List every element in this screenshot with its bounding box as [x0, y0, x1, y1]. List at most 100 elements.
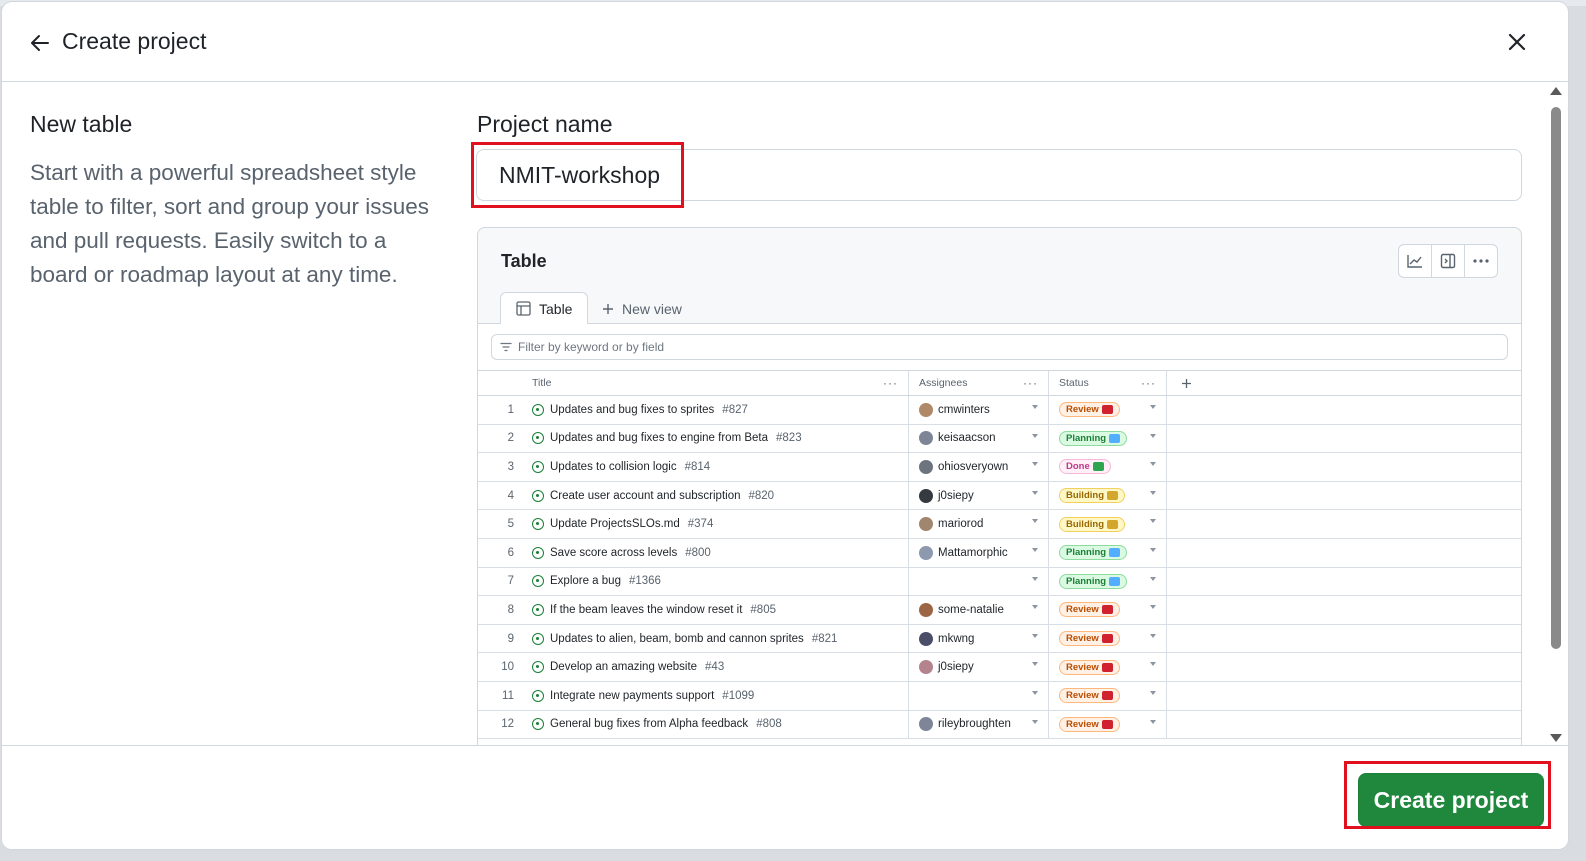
table-row[interactable]: 3 Updates to collision logic #814 ohiosvery… — [478, 453, 1521, 482]
add-column-button[interactable] — [1166, 371, 1521, 395]
row-status-cell[interactable]: Review — [1048, 653, 1166, 681]
table-row[interactable]: 2 Updates and bug fixes to engine from Be… — [478, 424, 1521, 454]
chevron-down-icon[interactable] — [1032, 405, 1038, 409]
chevron-down-icon[interactable] — [1150, 576, 1156, 581]
chevron-down-icon[interactable] — [1032, 605, 1038, 610]
chevron-down-icon[interactable] — [1150, 662, 1156, 667]
row-status-cell[interactable]: Planning — [1048, 538, 1166, 567]
table-row[interactable]: 5 Update ProjectsSLOs.md #374 mariorod Build… — [478, 510, 1521, 539]
scroll-up-icon[interactable] — [1550, 87, 1562, 95]
row-assignee-cell[interactable]: mariorod — [908, 510, 1048, 538]
chevron-down-icon[interactable] — [1150, 519, 1156, 524]
chevron-down-icon[interactable] — [1150, 719, 1156, 724]
row-title-cell[interactable]: Explore a bug #1366 — [532, 568, 908, 596]
column-menu-icon[interactable]: ··· — [1141, 376, 1156, 390]
chevron-down-icon[interactable] — [1150, 605, 1156, 610]
table-row[interactable]: 6 Save score across levels #800 Mattamorphi… — [478, 538, 1521, 568]
close-button[interactable] — [1502, 27, 1532, 57]
chevron-down-icon[interactable] — [1150, 490, 1156, 495]
row-assignee-cell[interactable]: j0siepy — [908, 653, 1048, 681]
chevron-down-icon[interactable] — [1150, 633, 1156, 638]
table-row[interactable]: 8 If the beam leaves the window reset it #… — [478, 596, 1521, 625]
column-assignees-header[interactable]: Assignees ··· — [908, 371, 1048, 395]
row-title-cell[interactable]: Create user account and subscription #820 — [532, 482, 908, 510]
chevron-down-icon[interactable] — [1150, 433, 1156, 438]
row-title-cell[interactable]: Develop an amazing website #43 — [532, 653, 908, 681]
row-title[interactable]: Updates to collision logic — [550, 461, 677, 473]
table-row[interactable]: 11 Integrate new payments support #1099 Rev… — [478, 681, 1521, 711]
column-menu-icon[interactable]: ··· — [883, 376, 898, 390]
row-title-cell[interactable]: Updates to alien, beam, bomb and cannon … — [532, 625, 908, 653]
chevron-down-icon[interactable] — [1032, 462, 1038, 467]
project-name-input[interactable] — [476, 149, 1522, 201]
chevron-down-icon[interactable] — [1150, 690, 1156, 695]
chevron-down-icon[interactable] — [1032, 690, 1038, 695]
row-assignee-cell[interactable]: cmwinters — [908, 396, 1048, 424]
chevron-down-icon[interactable] — [1032, 719, 1038, 724]
table-row[interactable]: 9 Updates to alien, beam, bomb and cannon… — [478, 624, 1521, 654]
tab-table[interactable]: Table — [500, 292, 589, 325]
row-assignee-cell[interactable]: j0siepy — [908, 481, 1048, 510]
row-status-cell[interactable]: Review — [1048, 624, 1166, 653]
row-status-cell[interactable]: Review — [1048, 596, 1166, 624]
table-row[interactable]: 1 Updates and bug fixes to sprites #827 cmw… — [478, 396, 1521, 425]
row-title[interactable]: Updates and bug fixes to engine from Bet… — [550, 432, 768, 444]
row-assignee-cell[interactable] — [908, 681, 1048, 710]
row-title-cell[interactable]: Updates and bug fixes to sprites #827 — [532, 396, 908, 424]
table-row[interactable]: 4 Create user account and subscription #82… — [478, 481, 1521, 511]
row-assignee-cell[interactable] — [908, 567, 1048, 596]
chevron-down-icon[interactable] — [1032, 490, 1038, 495]
dialog-scrollbar[interactable] — [1548, 87, 1562, 742]
insights-button[interactable] — [1399, 245, 1432, 277]
row-assignee-cell[interactable]: rileybroughten — [908, 710, 1048, 739]
chevron-down-icon[interactable] — [1032, 633, 1038, 638]
column-title-header[interactable]: Title ··· — [532, 371, 908, 395]
column-status-header[interactable]: Status ··· — [1048, 371, 1166, 395]
scroll-down-icon[interactable] — [1550, 734, 1562, 742]
row-status-cell[interactable]: Review — [1048, 710, 1166, 739]
row-status-cell[interactable]: Building — [1048, 510, 1166, 538]
row-title-cell[interactable]: Integrate new payments support #1099 — [532, 682, 908, 710]
create-project-button[interactable]: Create project — [1358, 773, 1544, 827]
table-row[interactable]: 12 General bug fixes from Alpha feedback #… — [478, 710, 1521, 740]
row-title[interactable]: Integrate new payments support — [550, 690, 714, 702]
row-status-cell[interactable]: Review — [1048, 396, 1166, 424]
new-view-button[interactable]: New view — [602, 292, 682, 325]
row-assignee-cell[interactable]: Mattamorphic — [908, 538, 1048, 567]
sidepanel-button[interactable] — [1432, 245, 1465, 277]
chevron-down-icon[interactable] — [1032, 433, 1038, 438]
back-button[interactable] — [26, 29, 54, 57]
chevron-down-icon[interactable] — [1032, 547, 1038, 552]
chevron-down-icon[interactable] — [1150, 405, 1156, 409]
row-status-cell[interactable]: Planning — [1048, 567, 1166, 596]
row-status-cell[interactable]: Planning — [1048, 424, 1166, 453]
chevron-down-icon[interactable] — [1150, 462, 1156, 467]
row-title-cell[interactable]: Update ProjectsSLOs.md #374 — [532, 510, 908, 538]
chevron-down-icon[interactable] — [1032, 576, 1038, 581]
chevron-down-icon[interactable] — [1032, 519, 1038, 524]
row-title[interactable]: Updates and bug fixes to sprites — [550, 404, 714, 416]
row-title[interactable]: Develop an amazing website — [550, 661, 697, 673]
row-title-cell[interactable]: Save score across levels #800 — [532, 539, 908, 567]
row-title-cell[interactable]: If the beam leaves the window reset it #8… — [532, 596, 908, 624]
row-title[interactable]: General bug fixes from Alpha feedback — [550, 718, 748, 730]
table-row[interactable]: 7 Explore a bug #1366 Planning — [478, 567, 1521, 597]
row-status-cell[interactable]: Review — [1048, 681, 1166, 710]
row-assignee-cell[interactable]: ohiosveryown — [908, 453, 1048, 481]
row-title[interactable]: Updates to alien, beam, bomb and cannon … — [550, 633, 804, 645]
row-title-cell[interactable]: Updates and bug fixes to engine from Bet… — [532, 425, 908, 453]
table-row[interactable]: 10 Develop an amazing website #43 j0siepy Re… — [478, 653, 1521, 682]
row-title[interactable]: Save score across levels — [550, 547, 677, 559]
row-assignee-cell[interactable]: keisaacson — [908, 424, 1048, 453]
row-title[interactable]: Update ProjectsSLOs.md — [550, 518, 680, 530]
row-title[interactable]: If the beam leaves the window reset it — [550, 604, 742, 616]
more-options-button[interactable] — [1465, 245, 1497, 277]
row-title[interactable]: Explore a bug — [550, 575, 621, 587]
chevron-down-icon[interactable] — [1032, 662, 1038, 667]
row-title-cell[interactable]: General bug fixes from Alpha feedback #80… — [532, 711, 908, 739]
row-status-cell[interactable]: Building — [1048, 481, 1166, 510]
chevron-down-icon[interactable] — [1150, 547, 1156, 552]
row-title[interactable]: Create user account and subscription — [550, 490, 741, 502]
row-assignee-cell[interactable]: some-natalie — [908, 596, 1048, 624]
row-assignee-cell[interactable]: mkwng — [908, 624, 1048, 653]
